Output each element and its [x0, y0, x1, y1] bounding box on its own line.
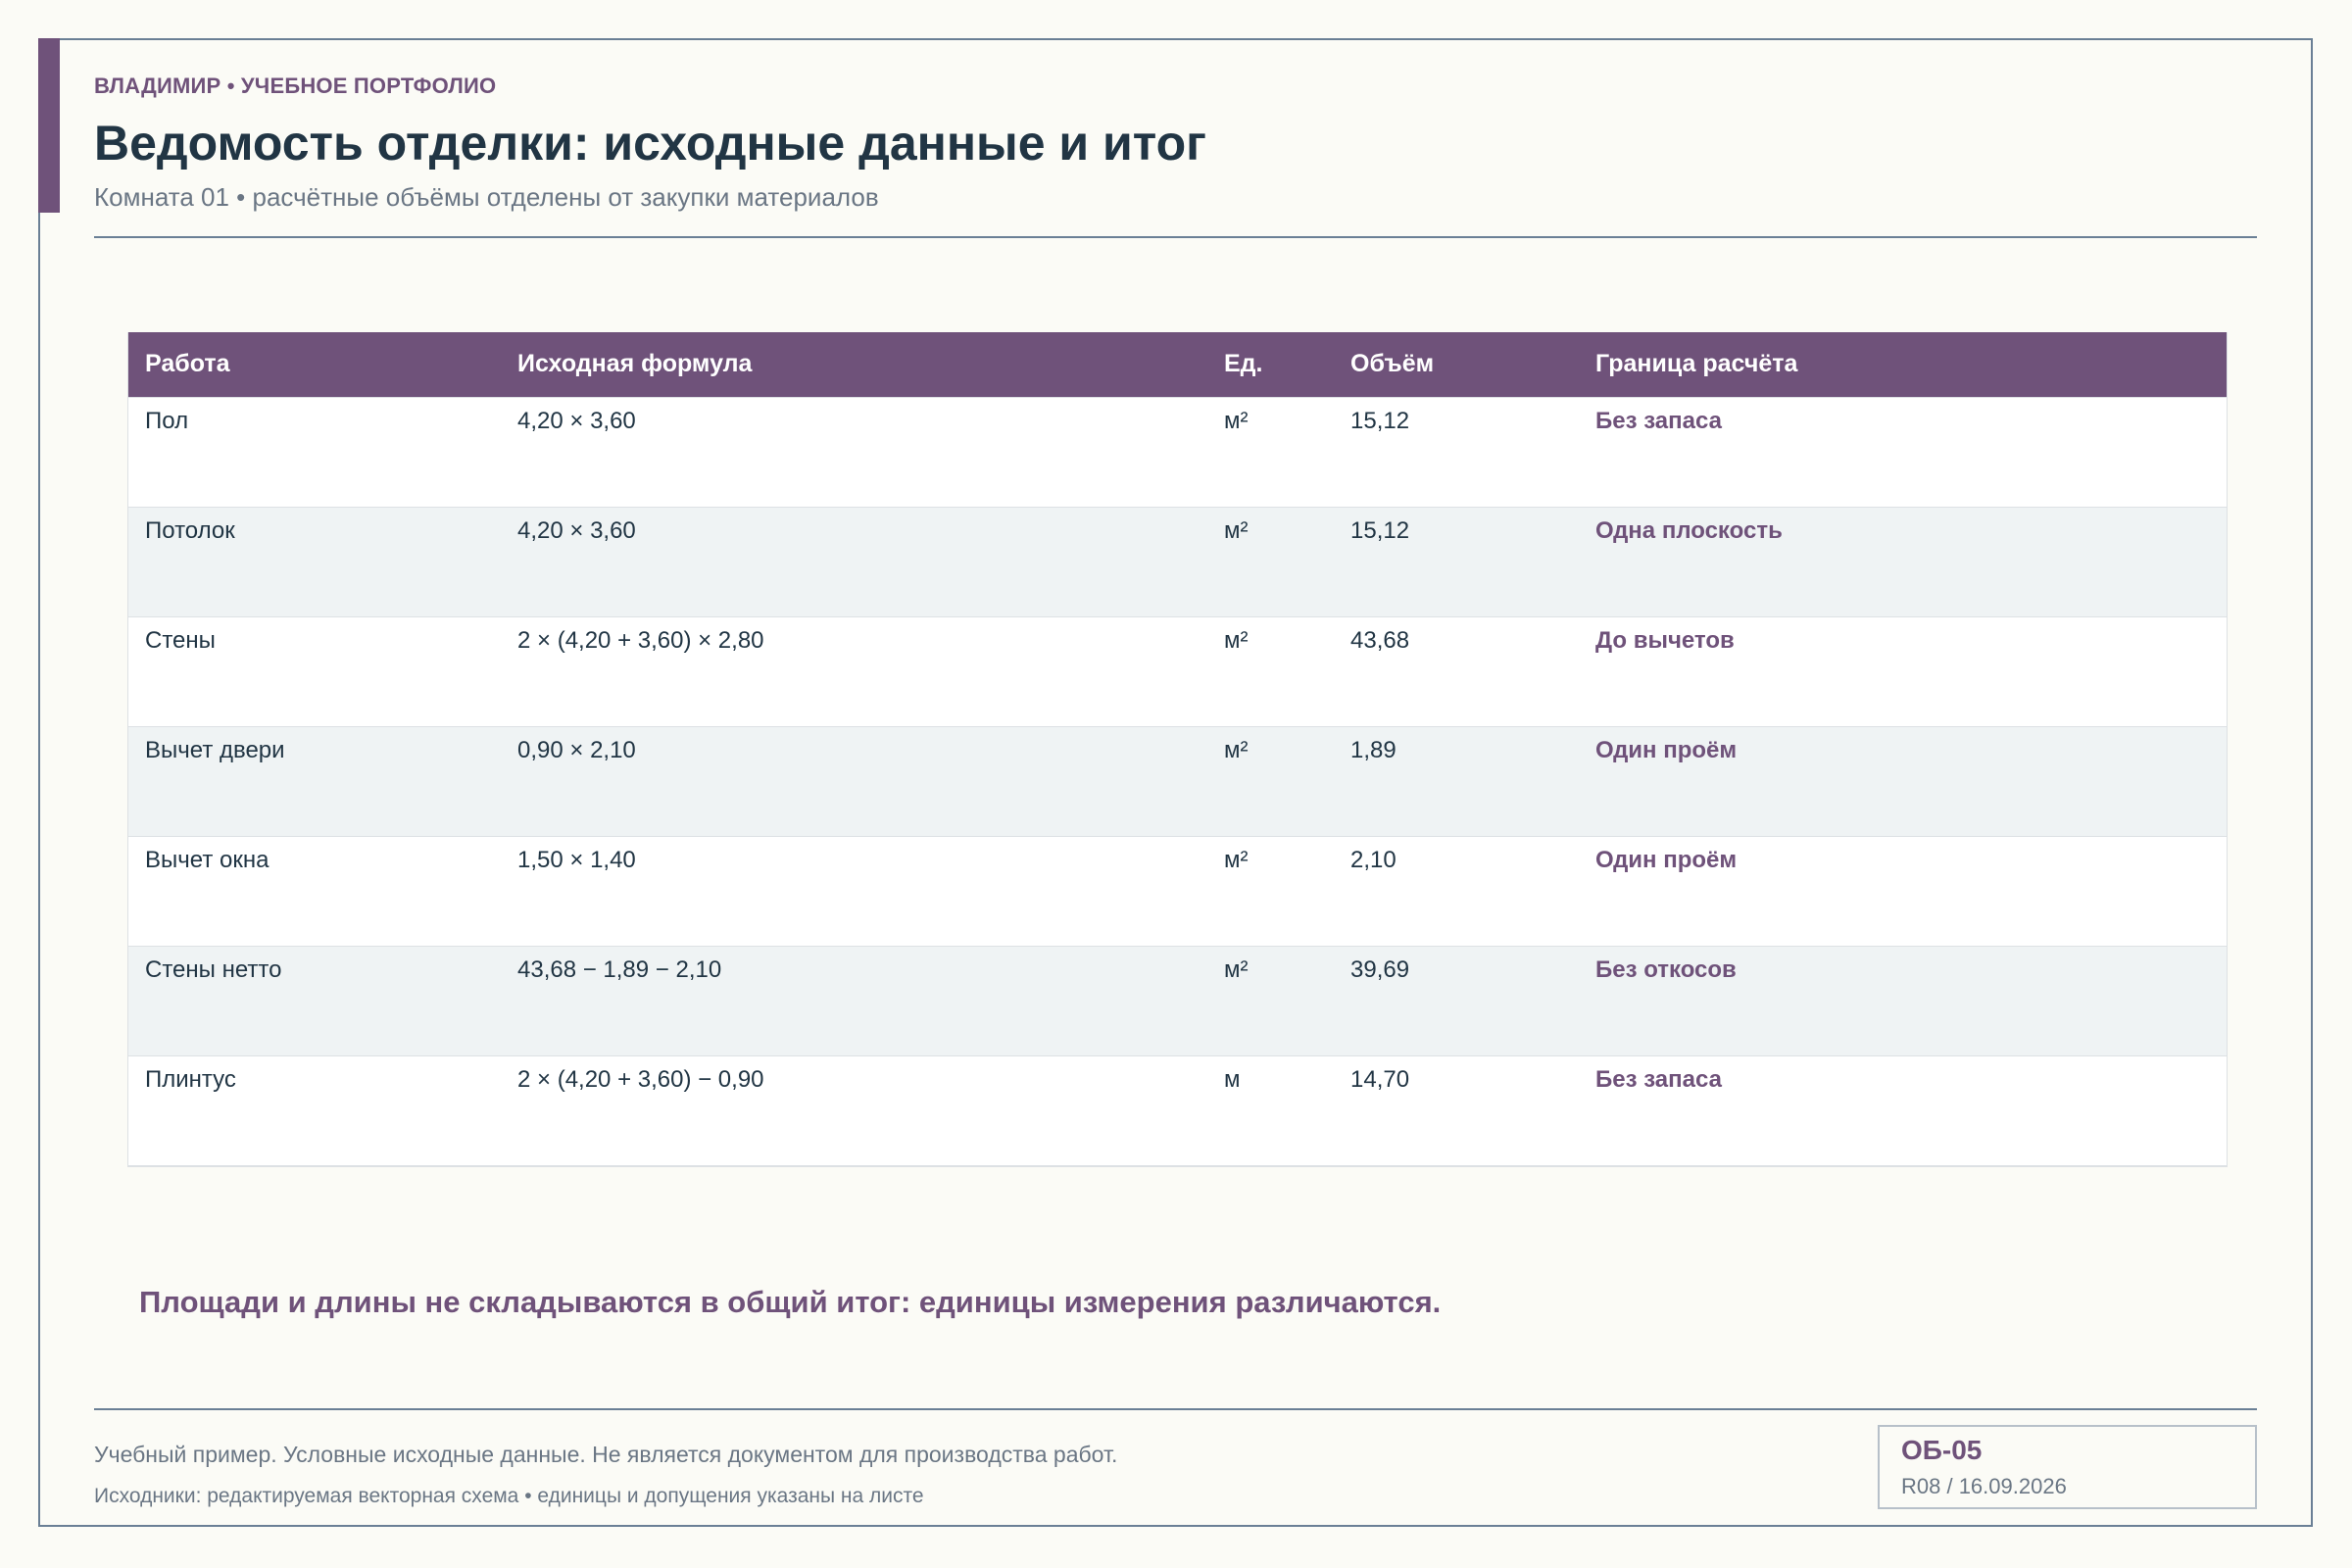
cell-formula: 2 × (4,20 + 3,60) − 0,90: [517, 1065, 764, 1093]
column-header-volume: Объём: [1350, 350, 1435, 378]
table-row: Плинтус 2 × (4,20 + 3,60) − 0,90 м 14,70…: [128, 1055, 2227, 1165]
cell-work: Потолок: [145, 516, 235, 544]
cell-work: Плинтус: [145, 1065, 236, 1093]
cell-boundary: Без запаса: [1595, 407, 1722, 434]
table-row: Вычет двери 0,90 × 2,10 м² 1,89 Один про…: [128, 726, 2227, 836]
cell-unit: м²: [1224, 407, 1249, 434]
header-divider: [94, 236, 2257, 238]
document-sheet: ВЛАДИМИР • УЧЕБНОЕ ПОРТФОЛИО Ведомость о…: [38, 38, 2313, 1527]
cell-unit: м²: [1224, 846, 1249, 873]
accent-bar: [38, 38, 60, 213]
cell-formula: 4,20 × 3,60: [517, 516, 636, 544]
cell-volume: 39,69: [1350, 956, 1410, 983]
cell-unit: м: [1224, 1065, 1241, 1093]
column-header-unit: Ед.: [1224, 350, 1263, 378]
sheet-code: ОБ-05: [1901, 1435, 1983, 1465]
cell-volume: 14,70: [1350, 1065, 1410, 1093]
cell-formula: 0,90 × 2,10: [517, 736, 636, 763]
page-title: Ведомость отделки: исходные данные и ито…: [94, 116, 1206, 171]
cell-unit: м²: [1224, 736, 1249, 763]
cell-unit: м²: [1224, 516, 1249, 544]
cell-volume: 43,68: [1350, 626, 1410, 654]
cell-formula: 43,68 − 1,89 − 2,10: [517, 956, 722, 983]
cell-work: Вычет двери: [145, 736, 285, 763]
cell-work: Стены нетто: [145, 956, 282, 983]
cell-unit: м²: [1224, 956, 1249, 983]
table-row: Стены нетто 43,68 − 1,89 − 2,10 м² 39,69…: [128, 946, 2227, 1055]
cell-volume: 1,89: [1350, 736, 1396, 763]
finish-schedule-table: Работа Исходная формула Ед. Объём Границ…: [127, 332, 2228, 1167]
cell-boundary: До вычетов: [1595, 626, 1735, 654]
table-row: Пол 4,20 × 3,60 м² 15,12 Без запаса: [128, 397, 2227, 507]
column-header-formula: Исходная формула: [517, 350, 753, 378]
table-row: Стены 2 × (4,20 + 3,60) × 2,80 м² 43,68 …: [128, 616, 2227, 726]
table-row: Потолок 4,20 × 3,60 м² 15,12 Одна плоско…: [128, 507, 2227, 616]
cell-formula: 2 × (4,20 + 3,60) × 2,80: [517, 626, 764, 654]
cell-formula: 4,20 × 3,60: [517, 407, 636, 434]
footer-sources: Исходники: редактируемая векторная схема…: [94, 1485, 924, 1507]
cell-work: Стены: [145, 626, 216, 654]
cell-boundary: Без откосов: [1595, 956, 1737, 983]
cell-work: Пол: [145, 407, 189, 434]
units-callout: Площади и длины не складываются в общий …: [139, 1285, 1442, 1319]
title-block-stamp: ОБ-05 R08 / 16.09.2026: [1878, 1425, 2257, 1509]
table-header-row: Работа Исходная формула Ед. Объём Границ…: [128, 332, 2227, 397]
cell-boundary: Без запаса: [1595, 1065, 1722, 1093]
cell-work: Вычет окна: [145, 846, 270, 873]
cell-unit: м²: [1224, 626, 1249, 654]
footer-divider: [94, 1408, 2257, 1410]
cell-volume: 15,12: [1350, 516, 1410, 544]
page-subtitle: Комната 01 • расчётные объёмы отделены о…: [94, 182, 879, 212]
cell-volume: 2,10: [1350, 846, 1396, 873]
footer-disclaimer: Учебный пример. Условные исходные данные…: [94, 1442, 1118, 1467]
cell-boundary: Один проём: [1595, 736, 1738, 763]
table-row: Вычет окна 1,50 × 1,40 м² 2,10 Один проё…: [128, 836, 2227, 946]
kicker: ВЛАДИМИР • УЧЕБНОЕ ПОРТФОЛИО: [94, 74, 497, 98]
cell-boundary: Одна плоскость: [1595, 516, 1783, 544]
column-header-work: Работа: [145, 350, 230, 378]
cell-volume: 15,12: [1350, 407, 1410, 434]
column-header-boundary: Граница расчёта: [1595, 350, 1798, 378]
cell-boundary: Один проём: [1595, 846, 1738, 873]
cell-formula: 1,50 × 1,40: [517, 846, 636, 873]
revision-date: R08 / 16.09.2026: [1901, 1474, 2067, 1498]
